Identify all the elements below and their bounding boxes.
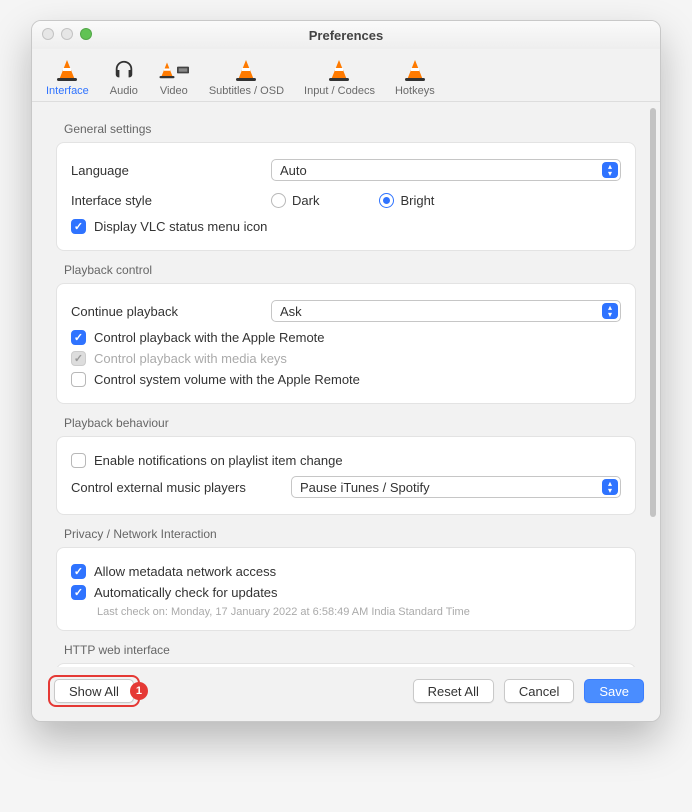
tab-hotkeys[interactable]: Hotkeys (387, 53, 443, 101)
chevron-updown-icon: ▴▾ (602, 162, 618, 178)
group-privacy: Allow metadata network access Automatica… (56, 547, 636, 631)
window-title: Preferences (309, 28, 383, 43)
scroll-view[interactable]: General settings Language Auto ▴▾ Interf… (32, 102, 660, 667)
chevron-updown-icon: ▴▾ (602, 303, 618, 319)
interface-style-label: Interface style (71, 193, 271, 208)
radio-dark[interactable]: Dark (271, 193, 319, 208)
cone-icon (52, 57, 82, 83)
section-title-privacy: Privacy / Network Interaction (64, 527, 636, 541)
radio-bright[interactable]: Bright (379, 193, 434, 208)
continue-playback-label: Continue playback (71, 304, 271, 319)
external-players-label: Control external music players (71, 480, 291, 495)
updates-last-check: Last check on: Monday, 17 January 2022 a… (97, 606, 621, 618)
section-title-playback-control: Playback control (64, 263, 636, 277)
tab-subtitles[interactable]: Subtitles / OSD (201, 53, 292, 101)
media-keys-label: Control playback with media keys (94, 351, 287, 366)
maximize-icon[interactable] (80, 28, 92, 40)
tab-audio[interactable]: Audio (101, 53, 147, 101)
group-playback-control: Continue playback Ask ▴▾ Control playbac… (56, 283, 636, 404)
titlebar: Preferences (32, 21, 660, 49)
footer: Show All 1 Reset All Cancel Save (32, 667, 660, 721)
minimize-icon[interactable] (61, 28, 73, 40)
external-players-value: Pause iTunes / Spotify (300, 480, 430, 495)
show-all-button[interactable]: Show All (54, 679, 134, 703)
notifications-label: Enable notifications on playlist item ch… (94, 453, 343, 468)
checkbox-disabled-icon (71, 351, 86, 366)
section-title-general: General settings (64, 122, 636, 136)
continue-playback-select[interactable]: Ask ▴▾ (271, 300, 621, 322)
headphones-icon (109, 57, 139, 83)
show-all-highlight: Show All 1 (48, 675, 140, 707)
section-title-playback-behaviour: Playback behaviour (64, 416, 636, 430)
hotkeys-icon (400, 57, 430, 83)
apple-remote-label: Control playback with the Apple Remote (94, 330, 325, 345)
metadata-label: Allow metadata network access (94, 564, 276, 579)
checkbox-status-icon[interactable]: Display VLC status menu icon (71, 219, 621, 234)
reset-all-button[interactable]: Reset All (413, 679, 494, 703)
toolbar: Interface Audio Video Subtitles / OSD In… (32, 49, 660, 102)
save-button[interactable]: Save (584, 679, 644, 703)
checkbox-apple-remote[interactable]: Control playback with the Apple Remote (71, 330, 621, 345)
traffic-lights (42, 28, 92, 40)
language-label: Language (71, 163, 271, 178)
checkbox-media-keys: Control playback with media keys (71, 351, 621, 366)
checkbox-system-volume[interactable]: Control system volume with the Apple Rem… (71, 372, 621, 387)
close-icon[interactable] (42, 28, 54, 40)
save-label: Save (599, 684, 629, 699)
scrollbar-thumb[interactable] (650, 108, 656, 517)
tab-label: Subtitles / OSD (209, 85, 284, 97)
radio-dark-label: Dark (292, 193, 319, 208)
language-value: Auto (280, 163, 307, 178)
checkbox-on-icon (71, 219, 86, 234)
video-icon (159, 57, 189, 83)
cancel-label: Cancel (519, 684, 559, 699)
checkbox-metadata[interactable]: Allow metadata network access (71, 564, 621, 579)
tab-label: Hotkeys (395, 85, 435, 97)
continue-playback-value: Ask (280, 304, 302, 319)
section-title-http: HTTP web interface (64, 643, 636, 657)
language-select[interactable]: Auto ▴▾ (271, 159, 621, 181)
checkbox-on-icon (71, 585, 86, 600)
tab-label: Video (160, 85, 188, 97)
checkbox-on-icon (71, 564, 86, 579)
cancel-button[interactable]: Cancel (504, 679, 574, 703)
tab-input-codecs[interactable]: Input / Codecs (296, 53, 383, 101)
system-volume-label: Control system volume with the Apple Rem… (94, 372, 360, 387)
tab-video[interactable]: Video (151, 53, 197, 101)
input-codecs-icon (324, 57, 354, 83)
group-playback-behaviour: Enable notifications on playlist item ch… (56, 436, 636, 515)
tab-label: Interface (46, 85, 89, 97)
chevron-updown-icon: ▴▾ (602, 479, 618, 495)
radio-off-icon (271, 193, 286, 208)
subtitles-icon (231, 57, 261, 83)
updates-label: Automatically check for updates (94, 585, 278, 600)
external-players-select[interactable]: Pause iTunes / Spotify ▴▾ (291, 476, 621, 498)
checkbox-on-icon (71, 330, 86, 345)
content-area: General settings Language Auto ▴▾ Interf… (32, 102, 660, 667)
reset-all-label: Reset All (428, 684, 479, 699)
checkbox-updates[interactable]: Automatically check for updates (71, 585, 621, 600)
group-http: Enable HTTP web interface Password (56, 663, 636, 667)
preferences-window: Preferences Interface Audio Video Subtit… (31, 20, 661, 722)
checkbox-off-icon (71, 453, 86, 468)
radio-on-icon (379, 193, 394, 208)
tab-label: Input / Codecs (304, 85, 375, 97)
checkbox-notifications[interactable]: Enable notifications on playlist item ch… (71, 453, 621, 468)
status-icon-label: Display VLC status menu icon (94, 219, 267, 234)
show-all-label: Show All (69, 684, 119, 699)
tab-interface[interactable]: Interface (38, 53, 97, 101)
group-general: Language Auto ▴▾ Interface style Dark (56, 142, 636, 251)
tab-label: Audio (110, 85, 138, 97)
annotation-badge: 1 (130, 682, 148, 700)
scrollbar[interactable] (650, 108, 656, 661)
radio-bright-label: Bright (400, 193, 434, 208)
checkbox-off-icon (71, 372, 86, 387)
